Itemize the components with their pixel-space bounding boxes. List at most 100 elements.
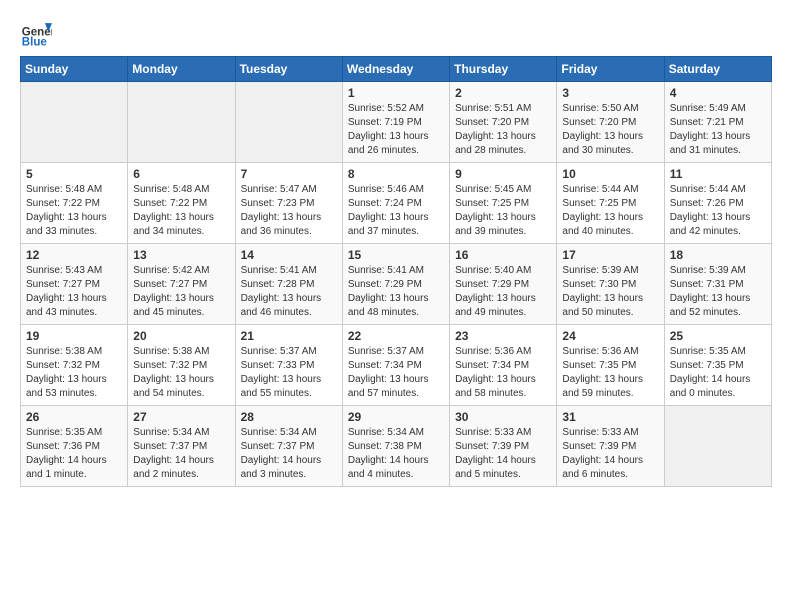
calendar-day-cell — [235, 82, 342, 163]
day-number: 15 — [348, 248, 444, 262]
weekday-header-cell: Tuesday — [235, 57, 342, 82]
calendar-day-cell: 28 Sunrise: 5:34 AM Sunset: 7:37 PM Dayli… — [235, 406, 342, 487]
day-number: 26 — [26, 410, 122, 424]
calendar-day-cell: 27Sunrise: 5:34 AM Sunset: 7:37 PM Dayli… — [128, 406, 235, 487]
calendar-day-cell: 14Sunrise: 5:41 AM Sunset: 7:28 PM Dayli… — [235, 244, 342, 325]
calendar-week-row: 19 Sunrise: 5:38 AM Sunset: 7:32 PM Dayli… — [21, 325, 772, 406]
calendar-day-cell: 20 Sunrise: 5:38 AM Sunset: 7:32 PM Dayli… — [128, 325, 235, 406]
calendar-day-cell: 12 Sunrise: 5:43 AM Sunset: 7:27 PM Dayli… — [21, 244, 128, 325]
day-number: 5 — [26, 167, 122, 181]
day-number: 21 — [241, 329, 337, 343]
day-info: Sunrise: 5:41 AM Sunset: 7:29 PM Dayligh… — [348, 264, 444, 320]
day-number: 20 — [133, 329, 229, 343]
day-info: Sunrise: 5:34 AM Sunset: 7:38 PM Dayligh… — [348, 426, 444, 482]
calendar-day-cell: 4 Sunrise: 5:49 AM Sunset: 7:21 PM Daylig… — [664, 82, 771, 163]
calendar-day-cell: 24 Sunrise: 5:36 AM Sunset: 7:35 PM Dayli… — [557, 325, 664, 406]
weekday-header-cell: Monday — [128, 57, 235, 82]
calendar-day-cell: 3 Sunrise: 5:50 AM Sunset: 7:20 PM Daylig… — [557, 82, 664, 163]
day-info: Sunrise: 5:42 AM Sunset: 7:27 PM Dayligh… — [133, 264, 229, 320]
calendar-day-cell: 11 Sunrise: 5:44 AM Sunset: 7:26 PM Dayli… — [664, 163, 771, 244]
calendar-day-cell: 17 Sunrise: 5:39 AM Sunset: 7:30 PM Dayli… — [557, 244, 664, 325]
day-number: 9 — [455, 167, 551, 181]
day-number: 24 — [562, 329, 658, 343]
weekday-header-cell: Sunday — [21, 57, 128, 82]
day-number: 31 — [562, 410, 658, 424]
day-info: Sunrise: 5:49 AM Sunset: 7:21 PM Dayligh… — [670, 102, 766, 158]
calendar-day-cell: 16 Sunrise: 5:40 AM Sunset: 7:29 PM Dayli… — [450, 244, 557, 325]
day-number: 10 — [562, 167, 658, 181]
calendar-day-cell — [21, 82, 128, 163]
calendar-week-row: 1Sunrise: 5:52 AM Sunset: 7:19 PM Daylig… — [21, 82, 772, 163]
day-info: Sunrise: 5:36 AM Sunset: 7:35 PM Dayligh… — [562, 345, 658, 401]
day-info: Sunrise: 5:38 AM Sunset: 7:32 PM Dayligh… — [133, 345, 229, 401]
day-number: 7 — [241, 167, 337, 181]
day-number: 3 — [562, 86, 658, 100]
day-info: Sunrise: 5:40 AM Sunset: 7:29 PM Dayligh… — [455, 264, 551, 320]
calendar-day-cell: 5Sunrise: 5:48 AM Sunset: 7:22 PM Daylig… — [21, 163, 128, 244]
calendar-day-cell: 6Sunrise: 5:48 AM Sunset: 7:22 PM Daylig… — [128, 163, 235, 244]
calendar-day-cell — [128, 82, 235, 163]
calendar-table: SundayMondayTuesdayWednesdayThursdayFrid… — [20, 56, 772, 487]
calendar-day-cell: 21 Sunrise: 5:37 AM Sunset: 7:33 PM Dayli… — [235, 325, 342, 406]
day-number: 13 — [133, 248, 229, 262]
day-info: Sunrise: 5:45 AM Sunset: 7:25 PM Dayligh… — [455, 183, 551, 239]
calendar-day-cell: 18Sunrise: 5:39 AM Sunset: 7:31 PM Dayli… — [664, 244, 771, 325]
day-number: 19 — [26, 329, 122, 343]
day-info: Sunrise: 5:44 AM Sunset: 7:26 PM Dayligh… — [670, 183, 766, 239]
calendar-day-cell: 26 Sunrise: 5:35 AM Sunset: 7:36 PM Dayli… — [21, 406, 128, 487]
calendar-day-cell: 13 Sunrise: 5:42 AM Sunset: 7:27 PM Dayli… — [128, 244, 235, 325]
day-info: Sunrise: 5:51 AM Sunset: 7:20 PM Dayligh… — [455, 102, 551, 158]
calendar-day-cell: 10 Sunrise: 5:44 AM Sunset: 7:25 PM Dayli… — [557, 163, 664, 244]
calendar-day-cell: 31 Sunrise: 5:33 AM Sunset: 7:39 PM Dayli… — [557, 406, 664, 487]
day-number: 17 — [562, 248, 658, 262]
page-header: General Blue — [20, 16, 772, 48]
day-number: 1 — [348, 86, 444, 100]
day-number: 23 — [455, 329, 551, 343]
day-number: 2 — [455, 86, 551, 100]
day-number: 4 — [670, 86, 766, 100]
day-info: Sunrise: 5:41 AM Sunset: 7:28 PM Dayligh… — [241, 264, 337, 320]
day-info: Sunrise: 5:46 AM Sunset: 7:24 PM Dayligh… — [348, 183, 444, 239]
calendar-day-cell: 1Sunrise: 5:52 AM Sunset: 7:19 PM Daylig… — [342, 82, 449, 163]
calendar-week-row: 12 Sunrise: 5:43 AM Sunset: 7:27 PM Dayli… — [21, 244, 772, 325]
day-info: Sunrise: 5:34 AM Sunset: 7:37 PM Dayligh… — [241, 426, 337, 482]
day-info: Sunrise: 5:39 AM Sunset: 7:30 PM Dayligh… — [562, 264, 658, 320]
day-info: Sunrise: 5:38 AM Sunset: 7:32 PM Dayligh… — [26, 345, 122, 401]
day-info: Sunrise: 5:50 AM Sunset: 7:20 PM Dayligh… — [562, 102, 658, 158]
day-info: Sunrise: 5:44 AM Sunset: 7:25 PM Dayligh… — [562, 183, 658, 239]
day-number: 16 — [455, 248, 551, 262]
day-number: 25 — [670, 329, 766, 343]
calendar-day-cell: 9 Sunrise: 5:45 AM Sunset: 7:25 PM Daylig… — [450, 163, 557, 244]
calendar-day-cell: 25 Sunrise: 5:35 AM Sunset: 7:35 PM Dayli… — [664, 325, 771, 406]
calendar-day-cell — [664, 406, 771, 487]
weekday-header-cell: Wednesday — [342, 57, 449, 82]
calendar-day-cell: 22 Sunrise: 5:37 AM Sunset: 7:34 PM Dayli… — [342, 325, 449, 406]
day-info: Sunrise: 5:37 AM Sunset: 7:34 PM Dayligh… — [348, 345, 444, 401]
day-number: 30 — [455, 410, 551, 424]
logo-icon: General Blue — [20, 16, 52, 48]
day-info: Sunrise: 5:37 AM Sunset: 7:33 PM Dayligh… — [241, 345, 337, 401]
day-info: Sunrise: 5:33 AM Sunset: 7:39 PM Dayligh… — [562, 426, 658, 482]
calendar-day-cell: 30 Sunrise: 5:33 AM Sunset: 7:39 PM Dayli… — [450, 406, 557, 487]
day-info: Sunrise: 5:34 AM Sunset: 7:37 PM Dayligh… — [133, 426, 229, 482]
day-number: 11 — [670, 167, 766, 181]
day-info: Sunrise: 5:48 AM Sunset: 7:22 PM Dayligh… — [133, 183, 229, 239]
day-number: 29 — [348, 410, 444, 424]
day-info: Sunrise: 5:39 AM Sunset: 7:31 PM Dayligh… — [670, 264, 766, 320]
calendar-day-cell: 29 Sunrise: 5:34 AM Sunset: 7:38 PM Dayli… — [342, 406, 449, 487]
day-info: Sunrise: 5:43 AM Sunset: 7:27 PM Dayligh… — [26, 264, 122, 320]
day-info: Sunrise: 5:36 AM Sunset: 7:34 PM Dayligh… — [455, 345, 551, 401]
calendar-week-row: 26 Sunrise: 5:35 AM Sunset: 7:36 PM Dayli… — [21, 406, 772, 487]
calendar-day-cell: 8 Sunrise: 5:46 AM Sunset: 7:24 PM Daylig… — [342, 163, 449, 244]
day-number: 22 — [348, 329, 444, 343]
day-number: 12 — [26, 248, 122, 262]
day-number: 28 — [241, 410, 337, 424]
calendar-body: 1Sunrise: 5:52 AM Sunset: 7:19 PM Daylig… — [21, 82, 772, 487]
calendar-day-cell: 7Sunrise: 5:47 AM Sunset: 7:23 PM Daylig… — [235, 163, 342, 244]
day-info: Sunrise: 5:33 AM Sunset: 7:39 PM Dayligh… — [455, 426, 551, 482]
day-info: Sunrise: 5:35 AM Sunset: 7:36 PM Dayligh… — [26, 426, 122, 482]
weekday-header-cell: Thursday — [450, 57, 557, 82]
day-info: Sunrise: 5:35 AM Sunset: 7:35 PM Dayligh… — [670, 345, 766, 401]
weekday-header-cell: Friday — [557, 57, 664, 82]
day-number: 8 — [348, 167, 444, 181]
